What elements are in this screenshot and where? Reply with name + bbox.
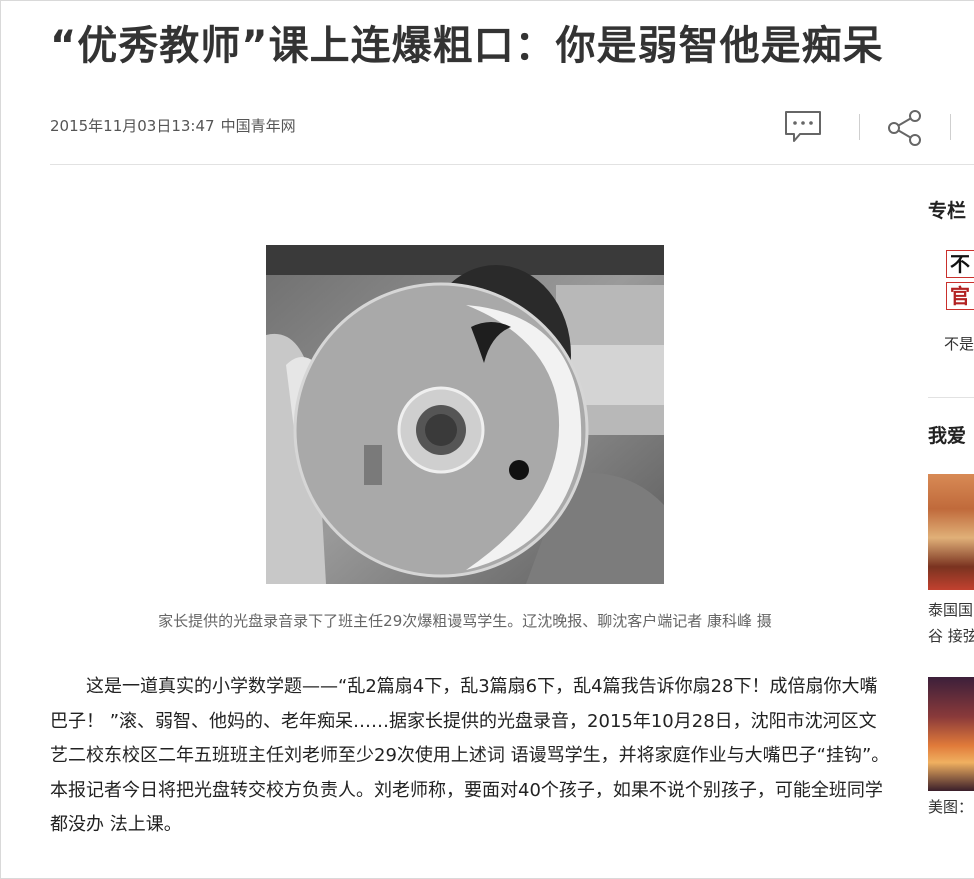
sidebar-divider [928, 397, 974, 398]
comment-button[interactable] [783, 109, 823, 145]
column-logo-char: 不 [946, 250, 974, 278]
photo-graphic [266, 245, 664, 584]
sidebar-item-caption[interactable]: 泰国国 谷 接弦 [928, 597, 974, 649]
sidebar-column-heading: 专栏 [928, 200, 967, 222]
column-logo[interactable]: 不 官 [946, 250, 974, 312]
sidebar-love-heading: 我爱 [928, 425, 967, 447]
sidebar: 专栏 不 官 不是 我爱 泰国国 谷 接弦 美图： [928, 0, 974, 879]
caption-line: 谷 接弦 [928, 627, 974, 645]
article-title: “优秀教师”课上连爆粗口：你是弱智他是痴呆 [50, 23, 884, 69]
caption-line: 泰国国 [928, 601, 974, 619]
column-name-link[interactable]: 不是 [944, 333, 974, 354]
sidebar-item-caption[interactable]: 美图： [928, 796, 973, 817]
source-link[interactable]: 中国青年网 [221, 117, 296, 135]
image-caption: 家长提供的光盘录音录下了班主任29次爆粗谩骂学生。辽沈晚报、聊沈客户端记者 康科… [158, 612, 772, 630]
publish-date: 2015年11月03日13:47 [50, 117, 215, 135]
header-divider [50, 164, 974, 165]
share-button[interactable] [885, 108, 925, 148]
sidebar-thumbnail[interactable] [928, 677, 974, 791]
article-meta: 2015年11月03日13:47 中国青年网 [50, 115, 296, 137]
column-logo-char: 官 [946, 282, 974, 310]
article-photo [266, 245, 664, 584]
comment-icon [785, 111, 821, 142]
share-icon [888, 110, 921, 146]
toolbar-divider [859, 114, 860, 140]
article-body: 这是一道真实的小学数学题——“乱2篇扇4下，乱3篇扇6下，乱4篇我告诉你扇28下… [50, 676, 890, 835]
sidebar-thumbnail[interactable] [928, 474, 974, 590]
